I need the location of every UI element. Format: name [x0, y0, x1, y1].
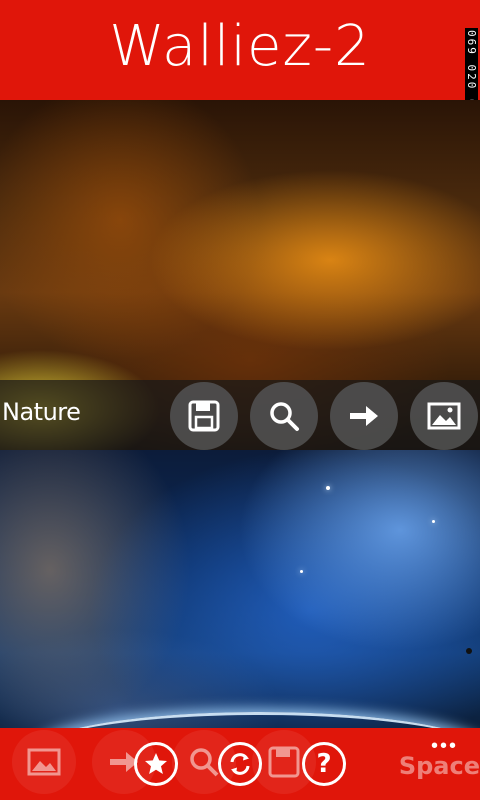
wallpaper-preview-space[interactable]	[0, 450, 480, 740]
save-button[interactable]	[170, 382, 238, 450]
save-icon	[188, 400, 220, 432]
refresh-button[interactable]	[218, 742, 262, 786]
favorite-button[interactable]	[134, 742, 178, 786]
help-icon: ?	[316, 749, 332, 779]
set-wallpaper-button[interactable]	[410, 382, 478, 450]
image-icon	[427, 402, 461, 430]
star-icon	[145, 753, 167, 774]
image-icon	[27, 748, 61, 776]
search-button[interactable]	[250, 382, 318, 450]
arrow-right-icon	[350, 406, 378, 426]
category-label: Nature	[2, 398, 81, 426]
star-decoration	[432, 520, 435, 523]
help-button[interactable]: ?	[302, 742, 346, 786]
star-decoration	[300, 570, 303, 573]
app-header: Walliez-2	[0, 0, 480, 100]
small-planet-decoration	[466, 648, 472, 654]
ghost-image-button	[12, 730, 76, 794]
search-icon	[270, 402, 299, 431]
search-icon	[190, 748, 219, 777]
save-icon	[268, 746, 300, 778]
page-title: Walliez-2	[109, 13, 371, 79]
star-decoration	[326, 486, 330, 490]
next-category-peek-label[interactable]: Space	[399, 752, 480, 780]
category-bar: Nature	[0, 380, 480, 450]
next-button[interactable]	[330, 382, 398, 450]
refresh-icon	[230, 753, 250, 775]
